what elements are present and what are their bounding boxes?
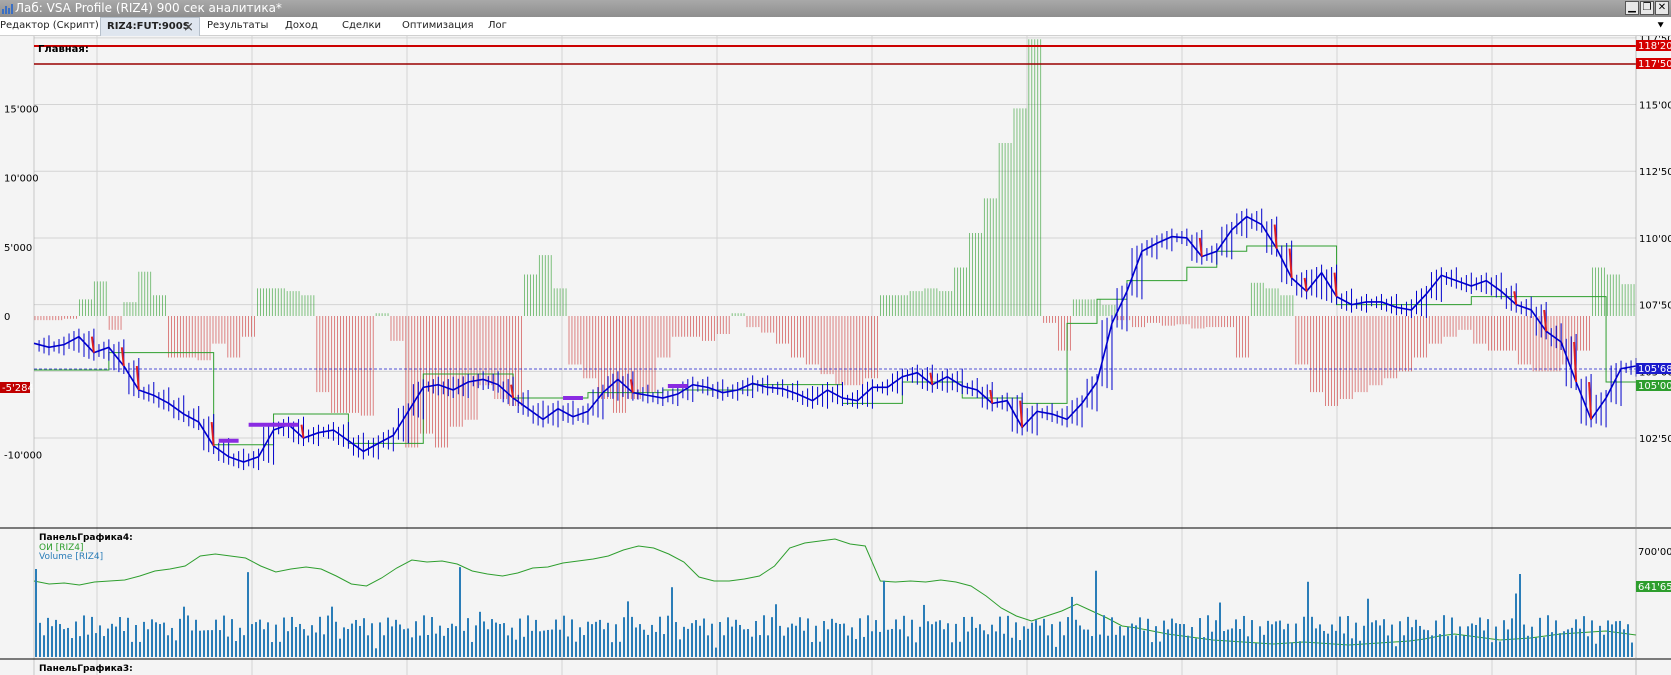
- panel4-title: ПанельГрафика4:: [39, 533, 133, 543]
- close-button[interactable]: ✕: [1655, 1, 1669, 15]
- price-badge-118200: 118'200: [1638, 41, 1671, 52]
- panel4-value-badge: 641'652: [1638, 582, 1671, 593]
- price-badge-117500: 117'500: [1638, 59, 1671, 70]
- window-title: Лаб: VSA Profile (RIZ4) 900 сек аналитик…: [15, 1, 282, 15]
- panel3-title: ПанельГрафика3:: [39, 664, 133, 674]
- tab-editor[interactable]: Редактор (Скрипт): [0, 17, 99, 36]
- tab-label: Оптимизация: [402, 20, 474, 31]
- grid-lines: [33, 36, 1636, 675]
- value-tick-label: -10'000: [4, 450, 42, 461]
- price-tick-label: 102'500: [1639, 434, 1671, 445]
- left-value-axis: 15'000 10'000 5'000 0 -10'000: [4, 104, 42, 461]
- tab-trades[interactable]: Сделки: [342, 17, 381, 36]
- tab-list-dropdown-icon[interactable]: ⯆: [1656, 19, 1665, 33]
- chart-app-icon: [2, 4, 13, 14]
- value-badge-left: -5'284: [2, 383, 34, 394]
- main-panel-marks: [33, 39, 1637, 471]
- main-panel-title: Главная:: [38, 44, 89, 55]
- panel4-marks: [33, 538, 1637, 657]
- tab-label: RIZ4:FUT:900S: [107, 21, 190, 32]
- price-tick-label: 107'500: [1639, 301, 1671, 312]
- tab-label: Сделки: [342, 20, 381, 31]
- tab-bar: Редактор (Скрипт) RIZ4:FUT:900S × Резуль…: [0, 17, 1671, 36]
- panel4-axis-tick: 700'000: [1638, 547, 1671, 558]
- value-tick-label: 5'000: [4, 243, 32, 254]
- close-tab-icon[interactable]: ×: [183, 20, 194, 35]
- restore-button[interactable]: ❐: [1640, 1, 1654, 15]
- minimize-button[interactable]: ▁: [1625, 1, 1639, 15]
- price-tick-label: 115'000: [1639, 101, 1671, 112]
- tab-optimization[interactable]: Оптимизация: [402, 17, 474, 36]
- price-badge-105000: 105'000: [1638, 381, 1671, 392]
- step-line-series: [34, 245, 1636, 446]
- value-tick-label: 0: [4, 312, 10, 323]
- tab-income[interactable]: Доход: [285, 17, 318, 36]
- chart-area[interactable]: Главная: ПанельГрафика4: ОИ [RIZ4] Volum…: [0, 36, 1671, 675]
- value-tick-label: 10'000: [4, 174, 39, 185]
- price-badge-105680: 105'680: [1638, 364, 1671, 375]
- tab-label: Доход: [285, 20, 318, 31]
- tab-label: Редактор (Скрипт): [0, 20, 99, 31]
- price-tick-label: 112'500: [1639, 167, 1671, 178]
- title-bar: Лаб: VSA Profile (RIZ4) 900 сек аналитик…: [0, 0, 1671, 17]
- price-tick-label: 110'000: [1639, 234, 1671, 245]
- tab-log[interactable]: Лог: [488, 17, 507, 36]
- tab-label: Лог: [488, 20, 507, 31]
- tab-results[interactable]: Результаты: [207, 17, 268, 36]
- legend-volume: Volume [RIZ4]: [39, 552, 103, 562]
- value-tick-label: 15'000: [4, 104, 39, 115]
- tab-chart-riz4[interactable]: RIZ4:FUT:900S ×: [100, 17, 200, 36]
- tab-label: Результаты: [207, 20, 269, 31]
